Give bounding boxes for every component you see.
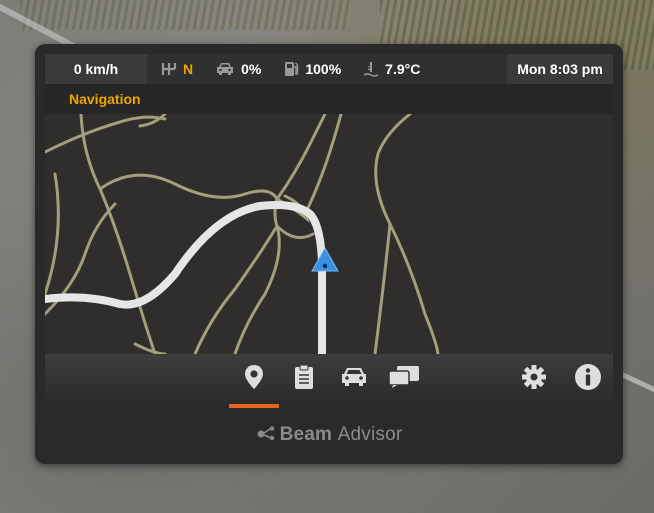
app-toolbar — [45, 354, 613, 408]
car-icon — [339, 366, 369, 393]
fuel-icon — [283, 61, 299, 77]
brand-logo: Beam Advisor — [35, 424, 623, 446]
gear-icon — [521, 364, 547, 395]
car-damage-icon — [215, 62, 235, 76]
navigation-map[interactable] — [45, 114, 613, 354]
map-pin-icon — [243, 364, 265, 395]
thermometer-icon — [363, 61, 379, 77]
page-title: Navigation — [69, 91, 141, 107]
advisor-device: 0 km/h N 0% 100% 7.9°C Mon 8:03 pm Navig… — [35, 44, 623, 464]
temperature-value: 7.9°C — [385, 61, 421, 77]
brand-name-bold: Beam — [279, 424, 333, 445]
info-button[interactable] — [563, 354, 613, 404]
app-title-bar: Navigation — [45, 84, 613, 114]
tab-notes[interactable] — [279, 354, 329, 404]
gearbox-icon — [161, 62, 177, 76]
clock: Mon 8:03 pm — [507, 54, 613, 84]
time-value: Mon 8:03 pm — [517, 61, 603, 77]
clipboard-icon — [293, 364, 315, 395]
tab-vehicle[interactable] — [329, 354, 379, 404]
fuel-value: 100% — [305, 61, 342, 77]
speed-value: 0 km/h — [73, 61, 119, 77]
chat-icon — [388, 365, 420, 394]
gear-value: N — [183, 61, 194, 77]
status-bar: 0 km/h N 0% 100% 7.9°C Mon 8:03 pm — [45, 54, 613, 84]
damage-value: 0% — [241, 61, 262, 77]
info-icon — [574, 363, 602, 396]
tab-messages[interactable] — [379, 354, 429, 404]
background-vegetation — [20, 0, 350, 30]
beamng-logo-icon — [257, 426, 274, 441]
speed-readout: 0 km/h — [45, 54, 147, 84]
vehicle-status: N 0% 100% 7.9°C — [147, 54, 507, 84]
brand-name-light: Advisor — [337, 424, 403, 445]
tab-navigation[interactable] — [229, 354, 279, 408]
map-canvas — [45, 114, 613, 354]
settings-button[interactable] — [509, 354, 559, 404]
